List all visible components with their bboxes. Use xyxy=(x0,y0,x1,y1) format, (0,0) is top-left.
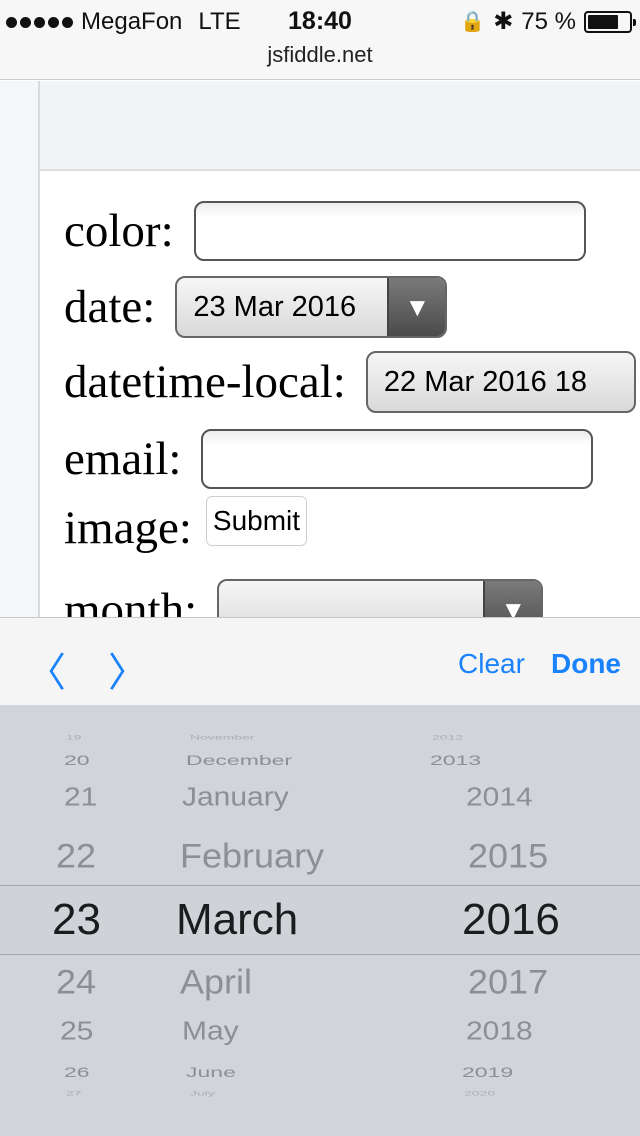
datetime-local-label: datetime-local: xyxy=(64,356,346,408)
picker-year-item[interactable]: 2013 xyxy=(430,752,481,769)
picker-day-item[interactable]: 22 xyxy=(56,836,96,876)
web-page: color: date: 23 Mar 2016 ▼ datetime-loca… xyxy=(0,81,640,617)
date-select[interactable]: 23 Mar 2016 ▼ xyxy=(175,276,448,338)
image-submit-button[interactable]: Submit xyxy=(205,496,308,546)
date-value: 23 Mar 2016 xyxy=(193,290,357,323)
next-field-button[interactable]: 〉 xyxy=(108,640,148,698)
picker-day-item[interactable]: 27 xyxy=(66,1089,82,1096)
battery-percent: 75 % xyxy=(521,7,576,35)
image-row: image: Submit xyxy=(64,496,308,555)
picker-day-item[interactable]: 26 xyxy=(64,1064,90,1081)
picker-year-item[interactable]: 2018 xyxy=(466,1018,533,1047)
email-row: email: xyxy=(64,429,594,489)
picker-month-item[interactable]: April xyxy=(180,962,252,1002)
picker-month-item[interactable]: March xyxy=(176,895,298,945)
datetime-local-value: 22 Mar 2016 18 xyxy=(383,365,588,398)
network-type: LTE xyxy=(198,8,241,35)
picker-month-column[interactable]: November December January February March Apri… xyxy=(160,705,420,1136)
picker-month-item[interactable]: November xyxy=(190,733,255,740)
date-picker[interactable]: 19 20 21 22 23 24 25 26 27 November December Janua… xyxy=(0,705,640,1136)
picker-year-item[interactable]: 2015 xyxy=(468,836,548,876)
picker-year-item[interactable]: 2019 xyxy=(462,1064,513,1081)
email-label: email: xyxy=(64,433,182,485)
url-bar[interactable]: jsfiddle.net xyxy=(0,42,640,68)
month-label: month: xyxy=(64,584,198,617)
signal-strength-icon xyxy=(6,16,73,28)
picker-year-column[interactable]: 2012 2013 2014 2015 2016 2017 2018 2019 2020 xyxy=(420,705,640,1136)
status-bar: MegaFon LTE 18:40 🔒 ✱ 75 % jsfiddle.net xyxy=(0,0,640,80)
done-button[interactable]: Done xyxy=(551,648,621,680)
picker-day-item[interactable]: 23 xyxy=(52,895,101,945)
battery-level xyxy=(588,14,618,29)
picker-year-item[interactable]: 2016 xyxy=(462,895,560,945)
rotation-lock-icon: 🔒 xyxy=(460,11,486,33)
picker-month-item[interactable]: January xyxy=(182,784,289,813)
picker-month-item[interactable]: July xyxy=(190,1089,215,1096)
page-header-area xyxy=(0,81,640,171)
picker-year-item[interactable]: 2014 xyxy=(466,784,533,813)
carrier-name: MegaFon xyxy=(81,8,183,35)
image-label: image: xyxy=(64,502,192,554)
date-label: date: xyxy=(64,281,156,333)
picker-year-item[interactable]: 2017 xyxy=(468,962,548,1002)
clear-button[interactable]: Clear xyxy=(458,648,525,680)
previous-field-button[interactable]: 〈 xyxy=(26,640,66,698)
picker-month-item[interactable]: May xyxy=(182,1018,239,1047)
month-select[interactable]: ▼ xyxy=(217,579,544,617)
status-right: 🔒 ✱ 75 % xyxy=(460,7,636,36)
picker-day-item[interactable]: 19 xyxy=(66,733,82,740)
status-left: MegaFon LTE xyxy=(6,8,241,36)
picker-month-item[interactable]: February xyxy=(180,836,324,876)
bluetooth-icon: ✱ xyxy=(493,8,514,35)
picker-month-item[interactable]: June xyxy=(186,1064,236,1081)
picker-year-item[interactable]: 2012 xyxy=(432,733,463,740)
picker-day-item[interactable]: 24 xyxy=(56,962,96,1002)
picker-day-item[interactable]: 20 xyxy=(64,752,90,769)
datetime-local-select[interactable]: 22 Mar 2016 18 xyxy=(365,351,636,413)
month-row: month: ▼ xyxy=(64,579,544,617)
picker-year-item[interactable]: 2020 xyxy=(464,1089,495,1096)
color-label: color: xyxy=(64,205,174,257)
picker-month-item[interactable]: December xyxy=(186,752,292,769)
datetime-local-row: datetime-local: 22 Mar 2016 18 xyxy=(64,351,636,413)
battery-icon xyxy=(584,10,636,33)
chevron-down-icon: ▼ xyxy=(483,581,542,617)
picker-day-column[interactable]: 19 20 21 22 23 24 25 26 27 xyxy=(0,705,160,1136)
picker-day-item[interactable]: 21 xyxy=(64,784,97,813)
form-accessory-bar: 〈 〉 Clear Done xyxy=(0,617,640,705)
color-row: color: xyxy=(64,201,586,261)
color-input[interactable] xyxy=(193,201,586,261)
chevron-down-icon: ▼ xyxy=(387,278,446,336)
picker-day-item[interactable]: 25 xyxy=(60,1018,93,1047)
email-input[interactable] xyxy=(201,429,594,489)
page-left-gutter xyxy=(0,81,40,617)
date-row: date: 23 Mar 2016 ▼ xyxy=(64,276,448,338)
